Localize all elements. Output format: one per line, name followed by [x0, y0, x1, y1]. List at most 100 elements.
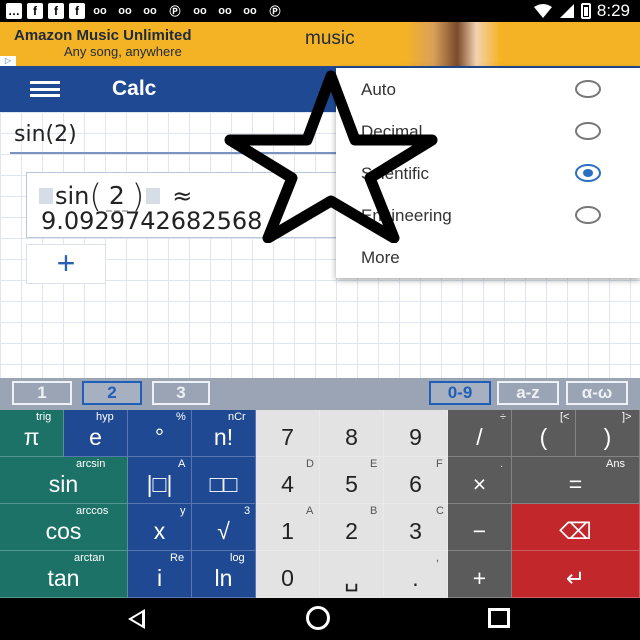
voicemail-icon: oo: [218, 5, 232, 17]
key-0[interactable]: 0: [256, 551, 320, 598]
key-backspace[interactable]: ⌫: [512, 504, 640, 551]
back-icon[interactable]: [128, 609, 145, 629]
star-annotation-icon: [224, 70, 438, 243]
key-decimal-point[interactable]: , .: [384, 551, 448, 598]
key-sub-label: .: [500, 458, 504, 470]
tab-digits[interactable]: 0-9: [429, 381, 491, 405]
expression-text: sin(2): [14, 122, 77, 147]
key-sub-label: A: [306, 505, 314, 517]
key-tan[interactable]: arctan tan: [0, 551, 128, 598]
key-open-paren[interactable]: [< (: [512, 410, 576, 457]
radio-auto[interactable]: [575, 80, 601, 98]
key-4[interactable]: D 4: [256, 457, 320, 504]
key-2[interactable]: B 2: [320, 504, 384, 551]
key-8[interactable]: 8: [320, 410, 384, 457]
key-label: ): [603, 424, 612, 450]
key-enter[interactable]: ↵: [512, 551, 640, 598]
message-icon: …: [6, 3, 22, 19]
result-function: sin: [55, 182, 90, 210]
radio-scientific[interactable]: [575, 164, 601, 182]
key-e[interactable]: hyp e: [64, 410, 128, 457]
pinterest-icon: Ⓟ: [269, 6, 281, 18]
key-ln[interactable]: log ln: [192, 551, 256, 598]
voicemail-icon: oo: [143, 5, 157, 17]
key-sub-label: Ans: [606, 458, 625, 470]
key-6[interactable]: F 6: [384, 457, 448, 504]
keypad: trig π hyp e % ° nCr n! 7 8 9 ÷ / [< ( ]…: [0, 410, 640, 598]
key-label: x: [153, 518, 166, 544]
key-close-paren[interactable]: ]> ): [576, 410, 640, 457]
key-label: i: [156, 565, 163, 591]
key-label: /: [476, 424, 483, 450]
key-label: 4: [281, 471, 294, 497]
key-sub-label: %: [176, 411, 186, 423]
hamburger-menu-icon[interactable]: [30, 81, 60, 97]
key-pi[interactable]: trig π: [0, 410, 64, 457]
key-space[interactable]: ␣: [320, 551, 384, 598]
app-title: Calc: [112, 77, 157, 100]
key-equals[interactable]: Ans =: [512, 457, 640, 504]
key-x[interactable]: y x: [128, 504, 192, 551]
wifi-icon: [533, 4, 552, 18]
tab-greek[interactable]: α-ω: [566, 381, 628, 405]
home-icon[interactable]: [306, 606, 330, 630]
key-sub-label: C: [436, 505, 444, 517]
key-label: ×: [472, 471, 487, 497]
voicemail-icon: oo: [118, 5, 132, 17]
key-cos[interactable]: arccos cos: [0, 504, 128, 551]
tab-page-1[interactable]: 1: [12, 381, 72, 405]
key-label: 8: [345, 424, 358, 450]
key-sub-label: A: [178, 458, 186, 470]
key-sub-label: y: [180, 505, 186, 517]
key-sin[interactable]: arcsin sin: [0, 457, 128, 504]
key-degree[interactable]: % °: [128, 410, 192, 457]
facebook-icon: f: [48, 3, 64, 19]
ad-title: Amazon Music Unlimited: [14, 27, 192, 44]
key-5[interactable]: E 5: [320, 457, 384, 504]
key-label: √: [217, 518, 230, 544]
key-multiply[interactable]: . ×: [448, 457, 512, 504]
key-sqrt[interactable]: 3 √: [192, 504, 256, 551]
radio-engineering[interactable]: [575, 206, 601, 224]
radio-decimal[interactable]: [575, 122, 601, 140]
clock: 8:29: [596, 1, 630, 20]
key-7[interactable]: 7: [256, 410, 320, 457]
notification-icons: … f f f oo oo oo Ⓟ oo oo oo Ⓟ: [0, 3, 285, 19]
tab-page-2[interactable]: 2: [82, 381, 142, 405]
key-sub-label: arcsin: [76, 458, 106, 470]
voicemail-icon: oo: [93, 5, 107, 17]
key-3[interactable]: C 3: [384, 504, 448, 551]
key-imaginary[interactable]: Re i: [128, 551, 192, 598]
key-label: °: [154, 424, 165, 450]
key-9[interactable]: 9: [384, 410, 448, 457]
voicemail-icon: oo: [243, 5, 257, 17]
key-sub-label: D: [306, 458, 314, 470]
ad-banner[interactable]: Amazon Music Unlimited Any song, anywher…: [0, 22, 640, 66]
key-sub-label: E: [370, 458, 378, 470]
key-sub-label: trig: [36, 411, 52, 423]
key-power[interactable]: □□: [192, 457, 256, 504]
key-sub-label: arccos: [76, 505, 109, 517]
add-row-button[interactable]: +: [26, 244, 106, 284]
key-1[interactable]: A 1: [256, 504, 320, 551]
key-factorial[interactable]: nCr n!: [192, 410, 256, 457]
key-sub-label: ÷: [500, 411, 507, 423]
placeholder-box: [39, 188, 53, 204]
key-label: |□|: [146, 471, 173, 497]
space-icon: ␣: [344, 565, 359, 591]
tab-latin[interactable]: a-z: [497, 381, 559, 405]
key-minus[interactable]: −: [448, 504, 512, 551]
key-label: 7: [281, 424, 294, 450]
key-abs[interactable]: A |□|: [128, 457, 192, 504]
battery-charging-icon: [580, 3, 591, 19]
facebook-icon: f: [27, 3, 43, 19]
tab-page-3[interactable]: 3: [152, 381, 210, 405]
key-label: (: [539, 424, 548, 450]
ad-choices-icon[interactable]: ▷: [0, 56, 16, 66]
key-label: +: [472, 565, 487, 591]
recent-apps-icon[interactable]: [488, 608, 510, 628]
key-sub-label: ]>: [622, 411, 632, 423]
key-label: 5: [345, 471, 358, 497]
key-divide[interactable]: ÷ /: [448, 410, 512, 457]
key-plus[interactable]: +: [448, 551, 512, 598]
